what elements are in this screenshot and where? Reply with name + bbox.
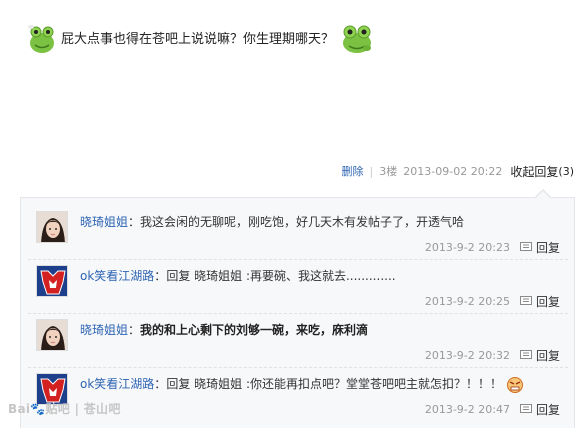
reply-button[interactable]: 回复 bbox=[536, 347, 560, 364]
autobot-logo-icon bbox=[37, 266, 67, 296]
reply-text: 我这会闲的无聊呢，刚吃饱，好几天木有发帖子了，开透气哈 bbox=[140, 215, 465, 229]
colon: ： bbox=[128, 323, 141, 337]
reply-text: 我的和上心剩下的刘够一碗，来吃，庥利滴 bbox=[140, 323, 369, 337]
colon: ： bbox=[154, 269, 167, 283]
floor-number: 3楼 bbox=[379, 165, 398, 178]
divider: | bbox=[369, 164, 374, 178]
colon: ： bbox=[128, 215, 141, 229]
delete-link[interactable]: 删除 bbox=[342, 163, 364, 179]
username-link[interactable]: ok笑看江湖路 bbox=[80, 377, 154, 391]
post-meta-bar: 删除 | 3楼 2013-09-02 20:22 收起回复 (3) bbox=[342, 162, 574, 180]
comment-icon bbox=[519, 404, 532, 413]
reply-button[interactable]: 回复 bbox=[536, 401, 560, 418]
post-content: 屁大点事也得在苍吧上说说嘛？你生理期哪天？ bbox=[27, 17, 407, 57]
reply-count: (3) bbox=[558, 164, 574, 178]
avatar[interactable] bbox=[36, 211, 68, 243]
girl-portrait-icon bbox=[37, 320, 67, 350]
reply-time: 2013-9-2 20:25 bbox=[424, 295, 510, 308]
collapse-replies-button[interactable]: 收起回复 bbox=[510, 163, 558, 180]
reply-text: 回复 晓琦姐姐 :你还能再扣点吧？堂堂苍吧吧主就怎扣？！！！ bbox=[166, 377, 502, 391]
frog-emoticon-icon bbox=[340, 21, 372, 53]
reply-item: ok笑看江湖路：回复 晓琦姐姐 :再要碗、我这就去............. 2… bbox=[28, 259, 568, 314]
avatar[interactable] bbox=[36, 319, 68, 351]
post-body-text: 屁大点事也得在苍吧上说说嘛？你生理期哪天？ bbox=[61, 31, 335, 47]
reply-content: ok笑看江湖路：回复 晓琦姐姐 :再要碗、我这就去............. bbox=[80, 267, 396, 284]
reply-item: 晓琦姐姐：我的和上心剩下的刘够一碗，来吃，庥利滴 2013-9-2 20:32 … bbox=[28, 313, 568, 368]
comment-icon bbox=[519, 350, 532, 359]
reply-footer: 2013-9-2 20:32 回复 bbox=[425, 347, 560, 364]
angry-face-emoticon-icon bbox=[506, 376, 524, 393]
panel-pointer-inner bbox=[536, 191, 550, 198]
girl-portrait-icon bbox=[37, 212, 67, 242]
reply-button[interactable]: 回复 bbox=[536, 293, 560, 310]
comment-icon bbox=[519, 242, 532, 251]
reply-footer: 2013-9-2 20:47 回复 bbox=[425, 401, 560, 418]
reply-time: 2013-9-2 20:23 bbox=[424, 241, 510, 254]
comment-icon bbox=[519, 296, 532, 305]
frog-emoticon-icon bbox=[27, 21, 55, 53]
username-link[interactable]: 晓琦姐姐 bbox=[80, 323, 128, 337]
post-time: 2013-09-02 20:22 bbox=[403, 164, 503, 178]
avatar[interactable] bbox=[36, 265, 68, 297]
colon: ： bbox=[154, 377, 167, 391]
baidu-tieba-watermark: Bai🐾贴吧 | 苍山吧 bbox=[8, 402, 121, 416]
reply-button[interactable]: 回复 bbox=[536, 239, 560, 256]
reply-content: ok笑看江湖路：回复 晓琦姐姐 :你还能再扣点吧？堂堂苍吧吧主就怎扣？！！！ bbox=[80, 375, 524, 393]
reply-content: 晓琦姐姐：我的和上心剩下的刘够一碗，来吃，庥利滴 bbox=[80, 321, 368, 338]
username-link[interactable]: ok笑看江湖路 bbox=[80, 269, 154, 283]
reply-footer: 2013-9-2 20:23 回复 bbox=[425, 239, 560, 256]
reply-content: 晓琦姐姐：我这会闲的无聊呢，刚吃饱，好几天木有发帖子了，开透气哈 bbox=[80, 213, 464, 230]
username-link[interactable]: 晓琦姐姐 bbox=[80, 215, 128, 229]
reply-time: 2013-9-2 20:32 bbox=[424, 349, 510, 362]
reply-text: 回复 晓琦姐姐 :再要碗、我这就去............. bbox=[166, 269, 396, 283]
reply-footer: 2013-9-2 20:25 回复 bbox=[425, 293, 560, 310]
reply-item: 晓琦姐姐：我这会闲的无聊呢，刚吃饱，好几天木有发帖子了，开透气哈 2013-9-… bbox=[28, 205, 568, 260]
reply-time: 2013-9-2 20:47 bbox=[424, 403, 510, 416]
